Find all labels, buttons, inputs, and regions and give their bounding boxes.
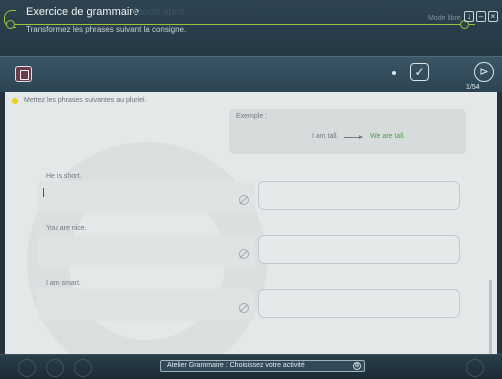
text-caret	[43, 188, 44, 197]
window-controls: ↓ – ×	[464, 11, 498, 22]
header-knob-left	[6, 20, 15, 29]
example-target: We are tall.	[370, 133, 406, 140]
clear-icon[interactable]	[239, 303, 249, 313]
clear-icon[interactable]	[239, 249, 249, 259]
clear-icon[interactable]	[239, 195, 249, 205]
question-counter: 1/54	[466, 84, 480, 91]
instruction-text: Mettez les phrases suivantes au pluriel.	[24, 97, 147, 104]
activity-select[interactable]: Atelier Grammaire : Choisissez votre act…	[160, 360, 365, 372]
arrow-right-icon	[344, 135, 363, 139]
example-source: I am tall.	[312, 133, 339, 140]
example-label: Exemple :	[236, 113, 268, 120]
footer-ornament-icon	[18, 359, 36, 377]
item-1-prompt: He is short.	[46, 173, 82, 180]
dropdown-icon[interactable]: ⊕	[353, 362, 361, 370]
item-1-answer-box	[258, 181, 460, 210]
item-2-prompt: You are nice.	[46, 225, 87, 232]
mode-label[interactable]: Mode libre	[428, 15, 461, 22]
item-2-input[interactable]	[37, 235, 255, 267]
instruction-bullet-icon	[12, 98, 18, 104]
item-3-prompt: I am smart.	[46, 280, 82, 287]
page-title: Exercice de grammaire	[26, 6, 140, 18]
item-2-answer-box	[258, 235, 460, 264]
status-dot	[392, 71, 396, 75]
title-shadow: Mode libre	[133, 6, 185, 18]
footer-ornament-icon	[466, 359, 484, 377]
close-button[interactable]: ×	[488, 11, 498, 22]
title-bar: Exercice de grammaire Mode libre Transfo…	[0, 0, 502, 56]
example-box: Exemple : I am tall. We are tall.	[229, 109, 466, 154]
minimize-button[interactable]: –	[476, 11, 486, 22]
footer-ornament-icon	[74, 359, 92, 377]
footer-ornament-icon	[46, 359, 64, 377]
notebook-icon[interactable]	[15, 66, 32, 82]
exercise-panel: Mettez les phrases suivantes au pluriel.…	[5, 92, 497, 354]
activity-select-label: Atelier Grammaire : Choisissez votre act…	[167, 362, 305, 369]
item-3-input[interactable]	[37, 289, 255, 321]
item-1-input[interactable]	[37, 181, 255, 213]
scrollbar[interactable]	[489, 280, 492, 354]
page-subtitle: Transformez les phrases suivant la consi…	[26, 25, 187, 34]
item-3-answer-box	[258, 289, 460, 318]
app-window: Exercice de grammaire Mode libre Transfo…	[0, 0, 502, 379]
download-button[interactable]: ↓	[464, 11, 474, 22]
check-button[interactable]: ✓	[410, 63, 429, 81]
next-button[interactable]: ⊳	[474, 62, 494, 82]
